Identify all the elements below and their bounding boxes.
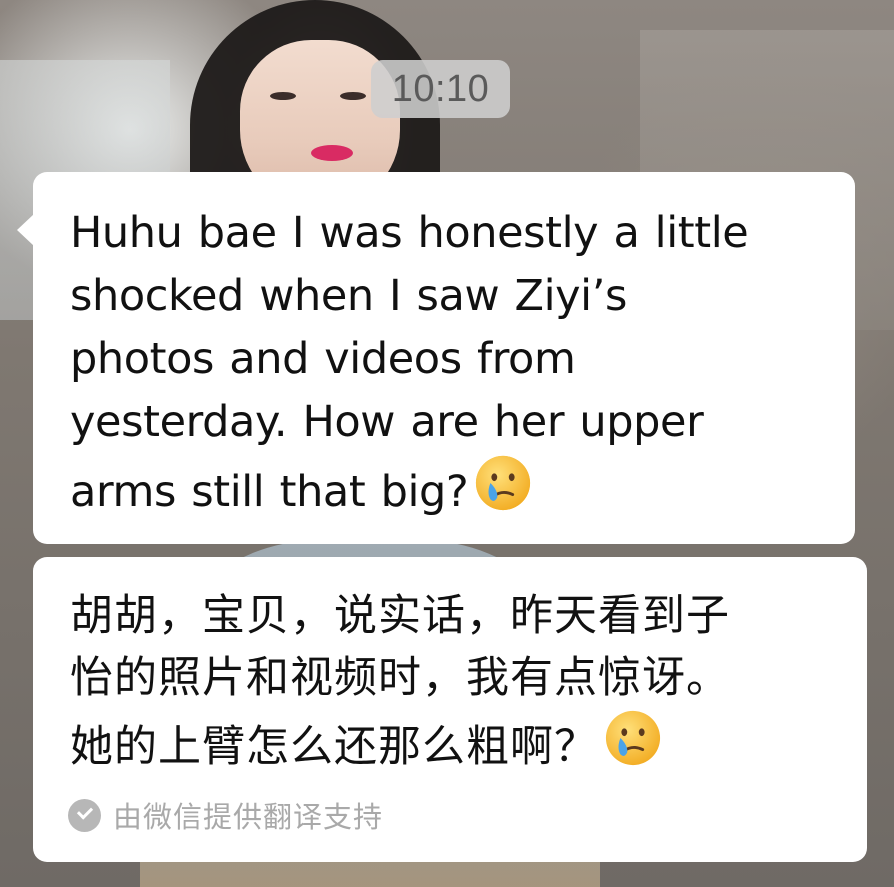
message-text: Huhu bae I was honestly a little shocked… [70,202,819,524]
sad-tear-face-icon [605,710,661,766]
message-bubble[interactable]: Huhu bae I was honestly a little shocked… [17,172,855,544]
message-line-2: shocked when I saw Ziyi’s [70,271,628,321]
background-person-eye-left [270,92,296,100]
translation-text: 胡胡，宝贝，说实话，昨天看到子 怡的照片和视频时，我有点惊讶。 她的上臂怎么还那… [70,585,847,778]
message-line-1: Huhu bae I was honestly a little [70,208,749,258]
translation-provider-label: 由微信提供翻译支持 [113,800,384,834]
timestamp-pill: 10:10 [371,60,510,118]
background-person-eye-right [340,92,366,100]
bubble-tail [17,214,34,246]
message-line-5: arms still that big? [70,467,469,517]
sad-tear-face-icon [476,455,531,511]
translation-footer: 由微信提供翻译支持 [68,797,384,834]
translation-card[interactable]: 胡胡，宝贝，说实话，昨天看到子 怡的照片和视频时，我有点惊讶。 她的上臂怎么还那… [33,557,867,862]
translation-line-3: 她的上臂怎么还那么粗啊？ [70,722,598,772]
translation-line-2: 怡的照片和视频时，我有点惊讶。 [70,653,730,703]
background-person-lips [311,145,353,161]
message-line-4: yesterday. How are her upper [70,397,704,447]
check-circle-icon [68,798,101,832]
message-line-3: photos and videos from [70,334,576,384]
translation-line-1: 胡胡，宝贝，说实话，昨天看到子 [70,591,730,641]
